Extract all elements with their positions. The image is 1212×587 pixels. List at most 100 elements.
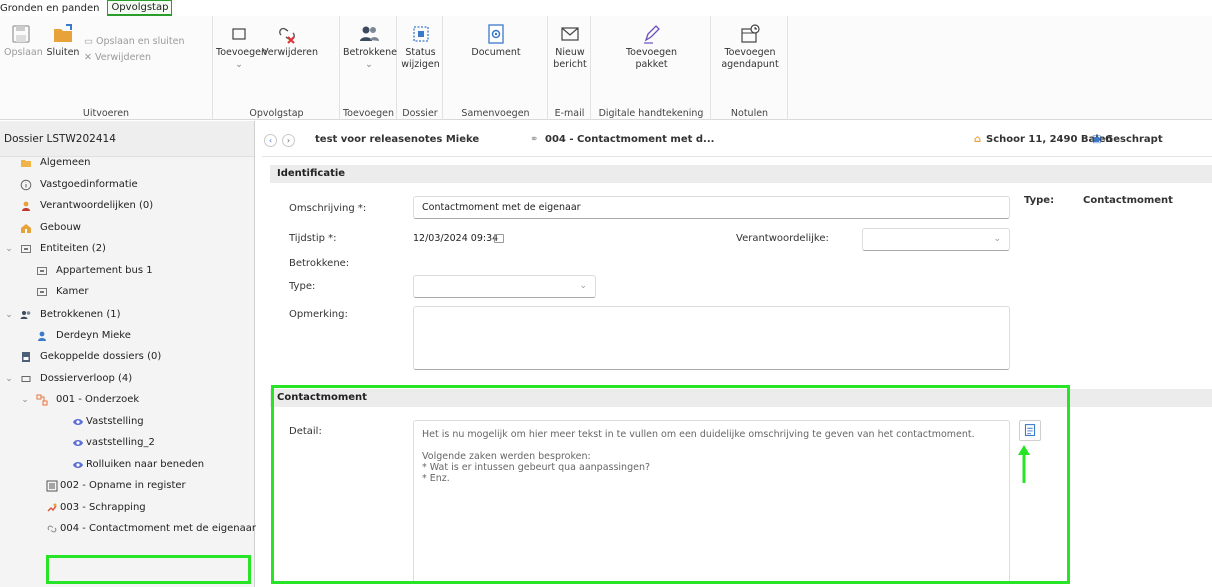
group-uitvoeren: Opslaan Sluiten ▭ Opslaan en sluiten ✕ V… <box>0 16 213 120</box>
tree-item-label: Dossierverloop (4) <box>40 373 133 384</box>
tijdstip-field[interactable]: 12/03/2024 09:34 <box>413 228 513 251</box>
tree-item-002[interactable]: 002 - Opname in register <box>0 476 255 496</box>
tree-item-label: Entiteiten (2) <box>40 243 106 254</box>
group-label-handtekening: Digitale handtekening <box>598 108 704 119</box>
add-package-button[interactable]: Toevoegen pakket <box>602 23 701 71</box>
change-status-button[interactable]: Status wijzigen <box>400 23 441 71</box>
document-button[interactable]: Document <box>452 23 540 59</box>
opmerking-textarea[interactable] <box>413 306 1010 370</box>
save-and-close-button[interactable]: ▭ Opslaan en sluiten <box>84 36 185 47</box>
tijdstip-value: 12/03/2024 09:34 <box>413 233 499 244</box>
link-icon <box>47 525 57 533</box>
save-icon <box>12 25 30 43</box>
person-icon <box>38 331 46 341</box>
close-button[interactable]: Sluiten <box>46 23 80 59</box>
new-message-button[interactable]: Nieuw bericht <box>551 23 589 71</box>
folder-icon <box>21 160 31 167</box>
main-panel: ‹ › test voor releasenotes Mieke ⚭ 004 -… <box>262 121 1212 587</box>
type-select-label: Type: <box>289 281 316 292</box>
sidebar-title: Dossier LSTW202414 <box>0 121 254 157</box>
opmerking-label: Opmerking: <box>289 309 348 320</box>
tree-item-vastgoedinformatie[interactable]: Vastgoedinformatie <box>0 175 255 195</box>
verantwoordelijke-select[interactable]: ⌄ <box>862 228 1010 251</box>
chevron-down-icon[interactable]: ⌄ <box>4 305 14 325</box>
tree-item-label: Rolluiken naar beneden <box>86 459 205 470</box>
tree-item-label: Appartement bus 1 <box>56 265 153 276</box>
tab-opvolgstap[interactable]: Opvolgstap <box>107 0 173 16</box>
chevron-down-icon: ⌄ <box>365 59 373 70</box>
info-icon <box>20 179 32 191</box>
back-button[interactable]: ‹ <box>264 134 277 147</box>
workflow-icon <box>36 394 48 406</box>
group-email: Nieuw bericht E-mail <box>549 16 591 120</box>
type-label: Type: <box>1024 195 1055 206</box>
delete-button[interactable]: ✕ Verwijderen <box>84 52 151 63</box>
contactmoment-highlight <box>271 385 1070 584</box>
chevron-down-icon: ⌄ <box>993 234 1001 244</box>
envelope-icon <box>561 27 579 41</box>
tree-item-label: Algemeen <box>40 157 91 168</box>
status-badge: Geschrapt <box>1105 134 1163 145</box>
tree-item-label: 001 - Onderzoek <box>56 394 140 405</box>
tree-item-algemeen[interactable]: Algemeen <box>0 153 255 173</box>
tree-item-gebouw[interactable]: Gebouw <box>0 218 255 238</box>
tree-item-label: Gebouw <box>40 222 81 233</box>
people-icon <box>20 311 31 319</box>
entity-icon <box>21 245 31 253</box>
tree-item-003[interactable]: 003 - Schrapping <box>0 498 255 518</box>
forward-button[interactable]: › <box>282 134 295 147</box>
tree-item-verantwoordelijken[interactable]: Verantwoordelijken (0) <box>0 196 255 216</box>
unlink-icon <box>279 27 295 44</box>
tree-item-betrokkenen[interactable]: ⌄ Betrokkenen (1) <box>0 305 255 325</box>
chevron-down-icon: ⌄ <box>235 59 243 70</box>
add-involved-button[interactable]: Betrokkene ⌄ <box>343 23 397 71</box>
add-step-button[interactable]: Toevoegen ⌄ <box>216 23 267 71</box>
link-icon: ⚭ <box>530 134 539 145</box>
save-button[interactable]: Opslaan <box>4 23 43 59</box>
tree-item-label: Kamer <box>56 286 89 297</box>
breadcrumb-project[interactable]: test voor releasenotes Mieke <box>315 134 479 145</box>
tree-item-vaststelling[interactable]: Vaststelling <box>0 412 255 432</box>
tree-item-gekoppelde[interactable]: Gekoppelde dossiers (0) <box>0 347 255 367</box>
tree-item-001[interactable]: ⌄ 001 - Onderzoek <box>0 390 255 410</box>
chevron-down-icon[interactable]: ⌄ <box>4 369 14 389</box>
type-select[interactable]: ⌄ <box>413 275 596 298</box>
register-icon <box>46 480 58 492</box>
ribbon: Opslaan Sluiten ▭ Opslaan en sluiten ✕ V… <box>0 16 1212 120</box>
calendar-icon[interactable] <box>494 234 504 243</box>
timeline-icon <box>21 376 31 382</box>
document-icon <box>488 24 504 44</box>
group-label-email: E-mail <box>554 108 585 119</box>
chevron-down-icon[interactable]: ⌄ <box>4 239 14 259</box>
tree-item-derdeyn[interactable]: Derdeyn Mieke <box>0 326 255 346</box>
group-label-uitvoeren: Uitvoeren <box>82 108 130 119</box>
person-icon <box>22 201 30 211</box>
tree-item-label: Gekoppelde dossiers (0) <box>40 351 162 362</box>
tree-item-vaststelling2[interactable]: vaststelling_2 <box>0 433 255 453</box>
chevron-down-icon[interactable]: ⌄ <box>20 390 30 410</box>
tree-item-dossierverloop[interactable]: ⌄ Dossierverloop (4) <box>0 369 255 389</box>
omschrijving-field[interactable]: Contactmoment met de eigenaar <box>413 196 1010 219</box>
breadcrumb-step: 004 - Contactmoment met d... <box>545 134 715 145</box>
calendar-clock-icon <box>741 24 760 43</box>
observation-icon <box>73 419 83 425</box>
folder-close-icon <box>54 24 72 42</box>
tab-gronden-en-panden[interactable]: Gronden en panden <box>0 2 103 16</box>
chevron-down-icon: ⌄ <box>579 281 587 291</box>
tree-item-rolluiken[interactable]: Rolluiken naar beneden <box>0 455 255 475</box>
group-notulen: Toevoegen agendapunt Notulen <box>712 16 788 120</box>
group-label-notulen: Notulen <box>730 108 769 119</box>
tree-item-appartement[interactable]: Appartement bus 1 <box>0 261 255 281</box>
tree-item-kamer[interactable]: Kamer <box>0 282 255 302</box>
remove-step-button[interactable]: Verwijderen <box>262 23 318 59</box>
add-agenda-item-button[interactable]: Toevoegen agendapunt <box>714 23 786 71</box>
tree-item-label: Vastgoedinformatie <box>40 179 138 190</box>
group-opvolgstap: Toevoegen ⌄ Verwijderen Opvolgstap <box>214 16 340 120</box>
observation-icon <box>73 462 83 468</box>
entity-icon <box>37 267 47 275</box>
tree-item-004[interactable]: 004 - Contactmoment met de eigenaar <box>0 519 256 539</box>
type-value: Contactmoment <box>1083 195 1173 206</box>
tree-item-entiteiten[interactable]: ⌄ Entiteiten (2) <box>0 239 255 259</box>
status-icon <box>412 26 429 42</box>
group-digitale-handtekening: Toevoegen pakket Digitale handtekening <box>592 16 711 120</box>
